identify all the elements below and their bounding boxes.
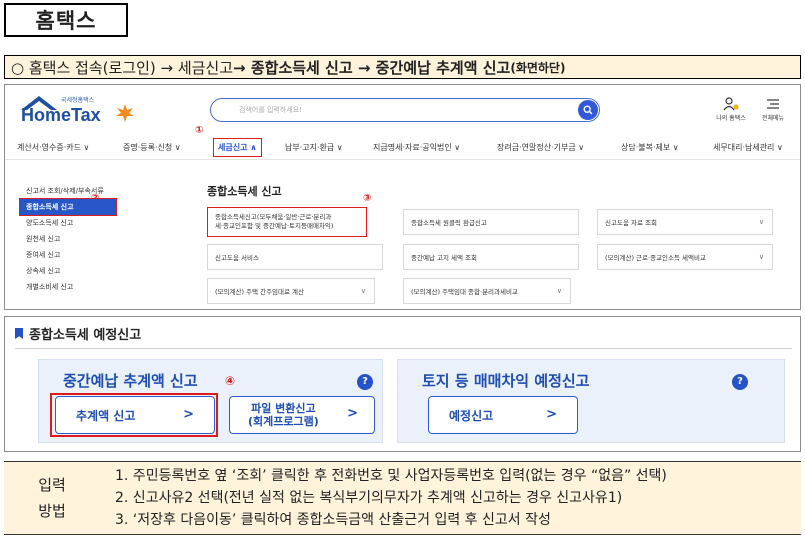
- route-note: (화면하단): [510, 60, 566, 75]
- left-menu-item-inquiry[interactable]: 신고서 조회/삭제/부속서류: [20, 183, 140, 199]
- preliminary-filing-screenshot: 종합소득세 예정신고 중간예납 추계액 신고 ④ ? 추계액 신고 > 파일 변…: [4, 316, 801, 452]
- rent-calc-select[interactable]: (모의계산) 주택 간주임대료 계산 ∨: [207, 278, 375, 304]
- rent-compare-select[interactable]: (모의계산) 주택임대 종합·분리과세비교 ∨: [403, 278, 571, 304]
- instructions-label-line1: 입력: [38, 476, 66, 494]
- left-menu-item-gift-tax[interactable]: 증여세 신고: [20, 247, 140, 263]
- section-heading: 종합소득세 예정신고: [15, 324, 141, 343]
- chevron-right-icon: >: [546, 407, 557, 422]
- maple-leaf-icon: [116, 104, 134, 122]
- left-menu-item-income-tax[interactable]: 종합소득세 신고: [19, 198, 117, 216]
- preliminary-filing-label: 예정신고: [449, 408, 494, 423]
- left-menu-item-inheritance[interactable]: 상속세 신고: [20, 263, 140, 279]
- search-icon: [583, 105, 593, 115]
- step-marker-3: ③: [363, 193, 372, 204]
- rent-calc-label: (모의계산) 주택 간주임대료 계산: [215, 288, 305, 296]
- instructions-label: 입력 방법: [4, 462, 100, 534]
- chevron-down-icon: ∨: [360, 287, 366, 295]
- instructions-label-line2: 방법: [38, 502, 66, 520]
- global-nav: 계산서·영수증·카드 ∨ 증명·등록·신청 ∨ 세금신고 ∧ 납부·고지·환급 …: [5, 137, 800, 159]
- input-instructions: 입력 방법 1. 주민등록번호 옆 ‘조회’ 클릭한 후 전화번호 및 사업자등…: [4, 461, 801, 535]
- step-marker-1: ①: [195, 125, 204, 136]
- gnb-divider: [5, 159, 800, 160]
- chevron-down-icon: ∨: [556, 287, 562, 295]
- help-data-select[interactable]: 신고도움 자료 조회 ∨: [597, 209, 773, 235]
- gnb-item-certificate[interactable]: 증명·등록·신청 ∨: [123, 142, 181, 153]
- route-bold: → 종합소득세 신고 → 중간예납 추계액 신고: [233, 58, 511, 77]
- preliminary-filing-button[interactable]: 예정신고 >: [428, 396, 578, 434]
- one-click-refund-link[interactable]: 종합소득세 원클릭 환급신고: [403, 209, 579, 235]
- page-title: 홈택스: [4, 3, 128, 37]
- help-icon[interactable]: ?: [357, 374, 373, 390]
- step-marker-4: ④: [225, 374, 236, 388]
- route-prefix: ○ 홈택스 접속(로그인) → 세금신고: [11, 58, 234, 77]
- section-subtitle: 종합소득세 신고: [207, 185, 282, 198]
- bookmark-icon: [15, 328, 23, 339]
- menu-icon: [767, 99, 779, 109]
- gnb-item-payment[interactable]: 납부·고지·환급 ∨: [285, 142, 343, 153]
- instruction-step-2: 2. 신고사유2 선택(전년 실적 없는 복식부기의무자가 추계액 신고하는 경…: [115, 490, 623, 506]
- logo-name: HomeTax: [21, 105, 101, 125]
- search-button[interactable]: [578, 100, 598, 120]
- hometax-logo[interactable]: 국세청홈택스 HomeTax: [21, 93, 141, 127]
- chevron-right-icon: >: [347, 406, 358, 421]
- help-icon[interactable]: ?: [732, 374, 748, 390]
- file-conversion-line2: (회계프로그램): [248, 415, 319, 428]
- search-placeholder: 검색어를 입력하세요!: [239, 106, 302, 114]
- file-conversion-line1: 파일 변환신고: [251, 402, 316, 415]
- all-menu-label: 전체메뉴: [761, 115, 785, 122]
- section-divider: [15, 348, 792, 349]
- hometax-menu-screenshot: 국세청홈택스 HomeTax 검색어를 입력하세요! 나의 홈택스 전체메뉴 계…: [4, 84, 801, 310]
- file-conversion-button[interactable]: 파일 변환신고 (회계프로그램) >: [229, 396, 375, 434]
- left-menu-item-transfer-tax[interactable]: 양도소득세 신고: [20, 215, 140, 231]
- instruction-step-1: 1. 주민등록번호 옆 ‘조회’ 클릭한 후 전화번호 및 사업자등록번호 입력…: [115, 468, 667, 484]
- gnb-item-agent[interactable]: 세무대리·납세관리 ∨: [713, 142, 783, 153]
- income-tax-filing-link[interactable]: 종합소득세신고(모두채움·일반·근로·분리과 세·종교인포함 및 중간예납·토지…: [207, 207, 367, 237]
- gnb-item-year-end[interactable]: 장려금·연말정산·기부금 ∨: [497, 142, 584, 153]
- instructions-list: 1. 주민등록번호 옆 ‘조회’ 클릭한 후 전화번호 및 사업자등록번호 입력…: [115, 465, 667, 531]
- my-hometax-button[interactable]: 나의 홈택스: [711, 97, 751, 122]
- simulation-compare-select[interactable]: (모의계산) 근로·종교인소득 세액비교 ∨: [597, 244, 773, 270]
- highlight-box: [50, 393, 218, 437]
- my-hometax-label: 나의 홈택스: [716, 115, 746, 122]
- gnb-item-invoice[interactable]: 계산서·영수증·카드 ∨: [17, 142, 89, 153]
- simulation-compare-label: (모의계산) 근로·종교인소득 세액비교: [605, 254, 706, 262]
- land-gain-title: 토지 등 매매차익 예정신고: [422, 372, 590, 390]
- gnb-item-counsel[interactable]: 상담·불복·제보 ∨: [621, 142, 679, 153]
- left-menu-item-consumption[interactable]: 개별소비세 신고: [20, 279, 140, 295]
- left-menu-item-withholding[interactable]: 원천세 신고: [20, 231, 140, 247]
- left-menu: 신고서 조회/삭제/부속서류 종합소득세 신고 양도소득세 신고 원천세 신고 …: [19, 183, 140, 295]
- income-tax-filing-line1: 종합소득세신고(모두채움·일반·근로·분리과: [215, 213, 332, 221]
- instruction-step-3: 3. ‘저장후 다음이동’ 클릭하여 종합소득금액 산출근거 입력 후 신고서 …: [115, 512, 551, 528]
- help-service-link[interactable]: 신고도움 서비스: [207, 244, 383, 270]
- gnb-item-tax-filing[interactable]: 세금신고 ∧: [213, 138, 262, 157]
- land-gain-panel: 토지 등 매매차익 예정신고 ? 예정신고 >: [397, 359, 785, 443]
- logo-subtitle: 국세청홈택스: [61, 97, 95, 104]
- search-input[interactable]: 검색어를 입력하세요!: [210, 98, 600, 122]
- section-heading-text: 종합소득세 예정신고: [29, 328, 142, 343]
- user-icon: [723, 97, 739, 111]
- route-description: ○ 홈택스 접속(로그인) → 세금신고 → 종합소득세 신고 → 중간예납 추…: [4, 55, 801, 79]
- income-tax-filing-line2: 세·종교인포함 및 중간예납·토지등매매차익): [215, 222, 334, 230]
- chevron-down-icon: ∨: [758, 253, 764, 261]
- all-menu-button[interactable]: 전체메뉴: [753, 97, 793, 122]
- interim-tax-inquiry-link[interactable]: 중간예납 고지 세액 조회: [403, 244, 579, 270]
- interim-prepayment-title: 중간예납 추계액 신고: [63, 372, 198, 390]
- rent-compare-label: (모의계산) 주택임대 종합·분리과세비교: [411, 288, 518, 296]
- chevron-down-icon: ∨: [758, 218, 764, 226]
- gnb-item-statement[interactable]: 지급명세·자료·공익법인 ∨: [373, 142, 460, 153]
- help-data-label: 신고도움 자료 조회: [605, 219, 657, 227]
